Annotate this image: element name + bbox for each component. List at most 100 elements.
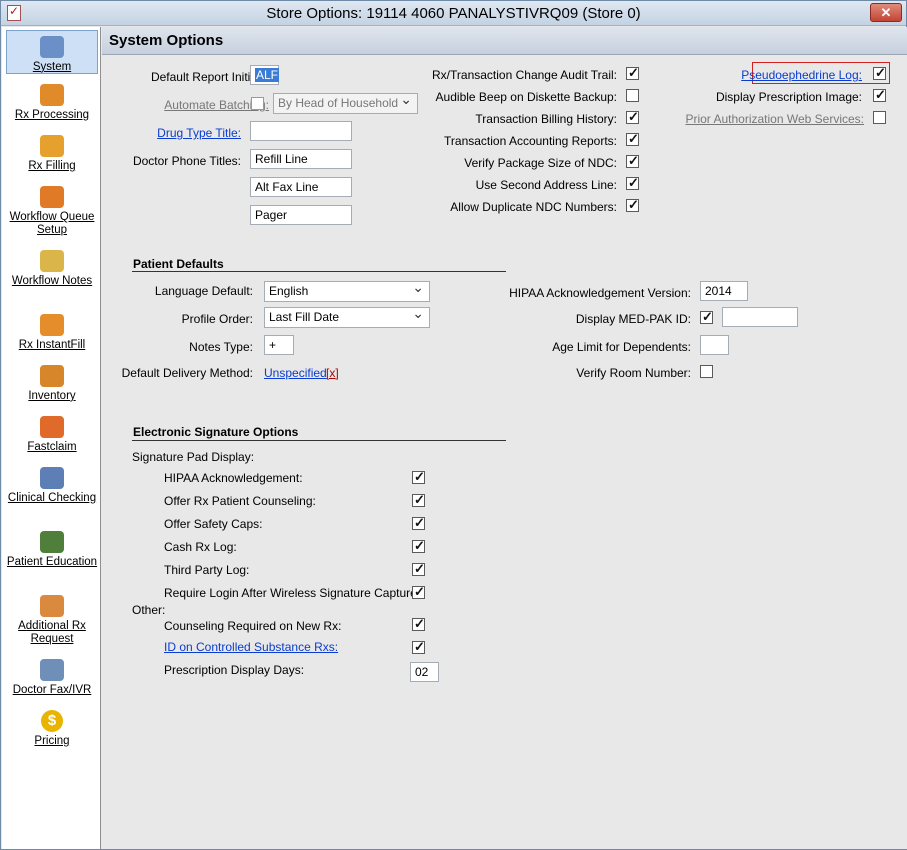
automate-batching-checkbox[interactable]	[251, 97, 264, 110]
pseudoephedrine-log-link[interactable]: Pseudoephedrine Log:	[662, 68, 862, 82]
prior-authorization-checkbox[interactable]	[873, 111, 886, 124]
option-checkbox[interactable]	[626, 197, 639, 213]
automate-batching-select[interactable]: By Head of Household	[273, 91, 418, 114]
med-pak-checkbox[interactable]	[700, 309, 713, 325]
option-label: Transaction Accounting Reports:	[444, 134, 617, 148]
signature-pad-item-checkbox[interactable]	[412, 492, 425, 508]
sidebar-item-label: Rx Processing	[14, 109, 90, 121]
signature-pad-item-checkbox[interactable]	[412, 515, 425, 531]
signature-pad-item-checkbox[interactable]	[412, 561, 425, 577]
drug-type-title-link[interactable]: Drug Type Title:	[102, 126, 241, 140]
signature-pad-item-checkbox[interactable]	[412, 584, 425, 600]
signature-pad-item-label: Cash Rx Log:	[164, 540, 237, 554]
profile-order-select[interactable]: Last Fill Date	[264, 305, 430, 328]
sidebar-item-additional-rx-request[interactable]: Additional Rx Request	[6, 590, 98, 648]
sidebar-item-clinical-checking[interactable]: Clinical Checking	[6, 462, 98, 520]
patient-education-icon	[40, 531, 64, 553]
clinical-icon	[40, 467, 64, 489]
notes-type-input[interactable]: +	[264, 335, 294, 355]
age-limit-label: Age Limit for Dependents:	[552, 340, 691, 354]
counseling-required-checkbox[interactable]	[412, 616, 425, 632]
sidebar-item-label: Doctor Fax/IVR	[12, 684, 92, 696]
language-default-select[interactable]: English	[264, 279, 430, 302]
option-checkbox[interactable]	[626, 109, 639, 125]
prior-authorization-link[interactable]: Prior Authorization Web Services:	[662, 112, 864, 126]
display-rx-image-checkbox[interactable]	[873, 87, 886, 103]
default-report-initials-input[interactable]: ALF	[250, 65, 280, 85]
phone-title-2-input[interactable]: Alt Fax Line	[250, 177, 352, 197]
automate-batching-label[interactable]: Automate Batching:	[102, 98, 269, 112]
language-default-label: Language Default:	[154, 284, 253, 298]
computer-icon	[40, 36, 64, 58]
drug-type-title-input[interactable]	[250, 121, 352, 141]
option-label: Transaction Billing History:	[475, 112, 617, 126]
sidebar-item-label: Additional Rx Request	[18, 620, 86, 645]
med-pak-input[interactable]	[722, 307, 798, 327]
pseudoephedrine-log-checkbox[interactable]	[873, 65, 886, 81]
display-days-input[interactable]: 02	[410, 662, 439, 682]
sidebar-item-patient-education[interactable]: Patient Education	[6, 526, 98, 584]
med-pak-label: Display MED-PAK ID:	[575, 312, 691, 326]
signature-pad-item-checkbox[interactable]	[412, 469, 425, 485]
sidebar-item-fastclaim[interactable]: Fastclaim	[6, 411, 98, 455]
sidebar-item-doctor-fax-ivr[interactable]: Doctor Fax/IVR	[6, 654, 98, 698]
notepad-icon	[40, 250, 64, 272]
signature-pad-item-checkbox[interactable]	[412, 538, 425, 554]
store-options-window: Store Options: 19114 4060 PANALYSTIVRQ09…	[0, 0, 907, 850]
id-controlled-link[interactable]: ID on Controlled Substance Rxs:	[164, 640, 338, 654]
option-label: Allow Duplicate NDC Numbers:	[450, 200, 617, 214]
sidebar-item-inventory[interactable]: Inventory	[6, 360, 98, 404]
options-sidebar: System Rx Processing Rx Filling Workflow Qu…	[2, 27, 101, 849]
instantfill-icon	[40, 314, 64, 336]
pill-bottle-gear-icon	[40, 84, 64, 106]
phone-title-1-input[interactable]: Refill Line	[250, 149, 352, 169]
sidebar-item-label: Rx InstantFill	[18, 339, 86, 351]
sidebar-item-system[interactable]: System	[6, 30, 98, 74]
counseling-required-label: Counseling Required on New Rx:	[164, 619, 342, 633]
default-report-initials-value: ALF	[255, 68, 280, 82]
clear-delivery-link[interactable]: [x]	[326, 366, 339, 380]
default-delivery-link[interactable]: Unspecified	[264, 366, 327, 380]
sidebar-item-workflow-notes[interactable]: Workflow Notes	[6, 245, 98, 303]
phone-title-3-input[interactable]: Pager	[250, 205, 352, 225]
signature-pad-item-label: Offer Rx Patient Counseling:	[164, 494, 316, 508]
inventory-icon	[40, 365, 64, 387]
close-button[interactable]: ✕	[870, 3, 902, 22]
option-checkbox[interactable]	[626, 131, 639, 147]
hipaa-version-input[interactable]: 2014	[700, 281, 748, 301]
option-label: Use Second Address Line:	[475, 178, 617, 192]
sidebar-item-rx-instantfill[interactable]: Rx InstantFill	[6, 309, 98, 353]
signature-pad-item-label: Third Party Log:	[164, 563, 250, 577]
option-checkbox[interactable]	[626, 153, 639, 169]
doctor-phone-titles-label: Doctor Phone Titles:	[132, 154, 241, 168]
sidebar-item-label: Rx Filling	[28, 160, 76, 172]
system-options-panel: System Options Default Report Initials: …	[102, 27, 907, 849]
page-title: System Options	[109, 32, 224, 49]
sidebar-item-rx-processing[interactable]: Rx Processing	[6, 79, 98, 123]
sidebar-item-label: Workflow Notes	[11, 275, 93, 287]
window-title: Store Options: 19114 4060 PANALYSTIVRQ09…	[266, 5, 641, 22]
display-rx-image-label: Display Prescription Image:	[715, 90, 862, 104]
sidebar-item-workflow-queue-setup[interactable]: Workflow Queue Setup	[6, 181, 98, 239]
sidebar-item-label: Inventory	[28, 390, 76, 402]
profile-order-value: Last Fill Date	[269, 310, 340, 324]
option-checkbox[interactable]	[626, 89, 639, 102]
esig-divider	[132, 440, 506, 441]
option-checkbox[interactable]	[626, 65, 639, 81]
option-checkbox[interactable]	[626, 175, 639, 191]
sidebar-item-label: System	[32, 61, 72, 73]
signature-pad-item-label: HIPAA Acknowledgement:	[164, 471, 303, 485]
sidebar-item-pricing[interactable]: $ Pricing	[6, 705, 98, 749]
sidebar-item-label: Pricing	[34, 735, 70, 747]
sidebar-item-label: Clinical Checking	[7, 492, 97, 504]
sidebar-item-label: Patient Education	[6, 556, 98, 568]
profile-order-label: Profile Order:	[181, 312, 253, 326]
signature-pad-item-label: Offer Safety Caps:	[164, 517, 263, 531]
sidebar-item-rx-filling[interactable]: Rx Filling	[6, 130, 98, 174]
patient-defaults-divider	[132, 271, 506, 272]
language-default-value: English	[269, 284, 309, 298]
workflow-icon	[40, 186, 64, 208]
verify-room-checkbox[interactable]	[700, 365, 713, 378]
age-limit-input[interactable]	[700, 335, 729, 355]
id-controlled-checkbox[interactable]	[412, 639, 425, 655]
